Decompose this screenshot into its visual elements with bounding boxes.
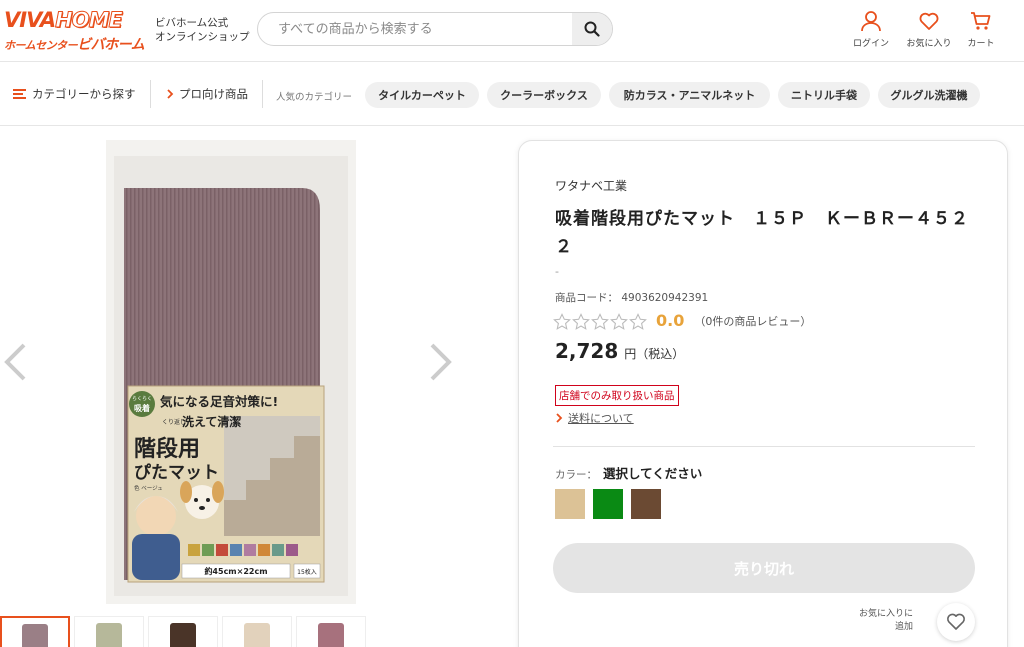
pro-products-link[interactable]: プロ向け商品 [166, 86, 248, 102]
product-package-image: らくらく 吸着 気になる足音対策に! くり返し 洗えて清潔 階段用 ぴたマット … [114, 156, 348, 596]
package-badge-bottom: 吸着 [134, 403, 150, 413]
product-code: 商品コード： 4903620942391 [555, 292, 709, 304]
search-button[interactable] [572, 13, 612, 45]
thumbnail-swatch [170, 623, 196, 647]
search-icon [584, 21, 600, 37]
color-selector-label: カラー： 選択してください [555, 466, 703, 481]
product-main-image: らくらく 吸着 気になる足音対策に! くり返し 洗えて清潔 階段用 ぴたマット … [106, 140, 356, 604]
add-to-favorites-button[interactable] [937, 603, 975, 641]
gallery-next-button[interactable] [428, 343, 454, 385]
chevron-right-icon [167, 89, 174, 99]
star-icon [591, 312, 609, 330]
product-title: 吸着階段用ぴたマット １５Ｐ ＫーＢＲー４５２２ [555, 209, 969, 257]
nav-divider [262, 80, 263, 108]
star-icon [610, 312, 628, 330]
thumbnail-swatch [318, 623, 344, 647]
logo-tagline: ホームセンタービバホーム [4, 37, 145, 53]
thumbnail-strip [0, 616, 400, 647]
search-bar [257, 12, 613, 46]
category-chip[interactable]: ニトリル手袋 [778, 82, 870, 108]
category-chip[interactable]: グルグル洗濯機 [878, 82, 980, 108]
package-count: 15枚入 [297, 568, 317, 576]
thumbnail-swatch [244, 623, 270, 647]
star-rating [553, 311, 648, 331]
thumbnail[interactable] [74, 616, 144, 647]
site-logo[interactable]: VIVAHOME ホームセンタービバホーム [4, 8, 146, 54]
review-count[interactable]: （0件の商品レビュー） [694, 313, 811, 329]
star-icon [553, 312, 571, 330]
star-icon [629, 312, 647, 330]
chevron-right-icon [556, 413, 563, 423]
color-swatch-green[interactable] [593, 489, 623, 519]
category-chip[interactable]: 防カラス・アニマルネット [609, 82, 770, 108]
package-title-line2: ぴたマット [134, 463, 219, 483]
product-brand[interactable]: ワタナベ工業 [555, 177, 627, 194]
login-link[interactable]: ログイン [846, 10, 896, 49]
thumbnail[interactable] [296, 616, 366, 647]
section-divider [553, 446, 975, 447]
logo-wordmark: VIVAHOME [4, 8, 123, 33]
shipping-info-link[interactable]: 送料について [555, 410, 634, 426]
store-only-badge: 店舗でのみ取り扱い商品 [555, 385, 679, 406]
chevron-left-icon [4, 343, 26, 381]
color-swatch-beige[interactable] [555, 489, 585, 519]
thumbnail-swatch [22, 624, 48, 647]
search-input[interactable] [258, 13, 574, 45]
thumbnail[interactable] [148, 616, 218, 647]
category-nav: カテゴリーから探す プロ向け商品 人気のカテゴリー タイルカーペット クーラーボ… [0, 62, 1024, 126]
thumbnail[interactable] [222, 616, 292, 647]
product-subtitle: - [555, 265, 559, 278]
price-value: 2,728 [555, 339, 619, 363]
site-header: VIVAHOME ホームセンタービバホーム ビバホーム公式 オンラインショップ … [0, 0, 1024, 62]
cart-link[interactable]: カート [956, 10, 1006, 49]
star-icon [572, 312, 590, 330]
rating-score: 0.0 [656, 311, 685, 331]
menu-icon [13, 89, 26, 99]
shop-name: ビバホーム公式 オンラインショップ [155, 17, 250, 43]
category-chip[interactable]: タイルカーペット [365, 82, 479, 108]
product-info-panel: ワタナベ工業 吸着階段用ぴたマット １５Ｐ ＫーＢＲー４５２２ - 商品コード：… [518, 140, 1008, 647]
sold-out-button[interactable]: 売り切れ [553, 543, 975, 593]
user-icon [861, 11, 881, 32]
nav-divider [150, 80, 151, 108]
package-sub: 洗えて清潔 [182, 414, 241, 429]
gallery-prev-button[interactable] [2, 343, 28, 385]
chevron-right-icon [430, 343, 452, 381]
cart-icon [971, 12, 991, 30]
favorites-link[interactable]: お気に入り [904, 10, 954, 49]
heart-icon [947, 613, 965, 630]
popular-category-label: 人気のカテゴリー [276, 92, 353, 103]
product-price: 2,728 円（税込） [555, 339, 684, 363]
thumbnail[interactable] [0, 616, 70, 647]
product-rating: 0.0 （0件の商品レビュー） [553, 311, 811, 331]
heart-icon [919, 12, 939, 30]
thumbnail-swatch [96, 623, 122, 647]
add-to-favorites-label: お気に入りに 追加 [859, 609, 914, 632]
price-unit: 円（税込） [624, 347, 685, 361]
package-headline: 気になる足音対策に! [160, 394, 278, 409]
category-menu-button[interactable]: カテゴリーから探す [13, 86, 136, 102]
category-chip[interactable]: クーラーボックス [487, 82, 601, 108]
package-size: 約45cm×22cm [204, 566, 267, 576]
package-badge-top: らくらく [132, 396, 152, 402]
color-swatch-brown[interactable] [631, 489, 661, 519]
package-title-line1: 階段用 [134, 436, 200, 462]
package-color-note: 色 ベージュ [134, 484, 163, 492]
